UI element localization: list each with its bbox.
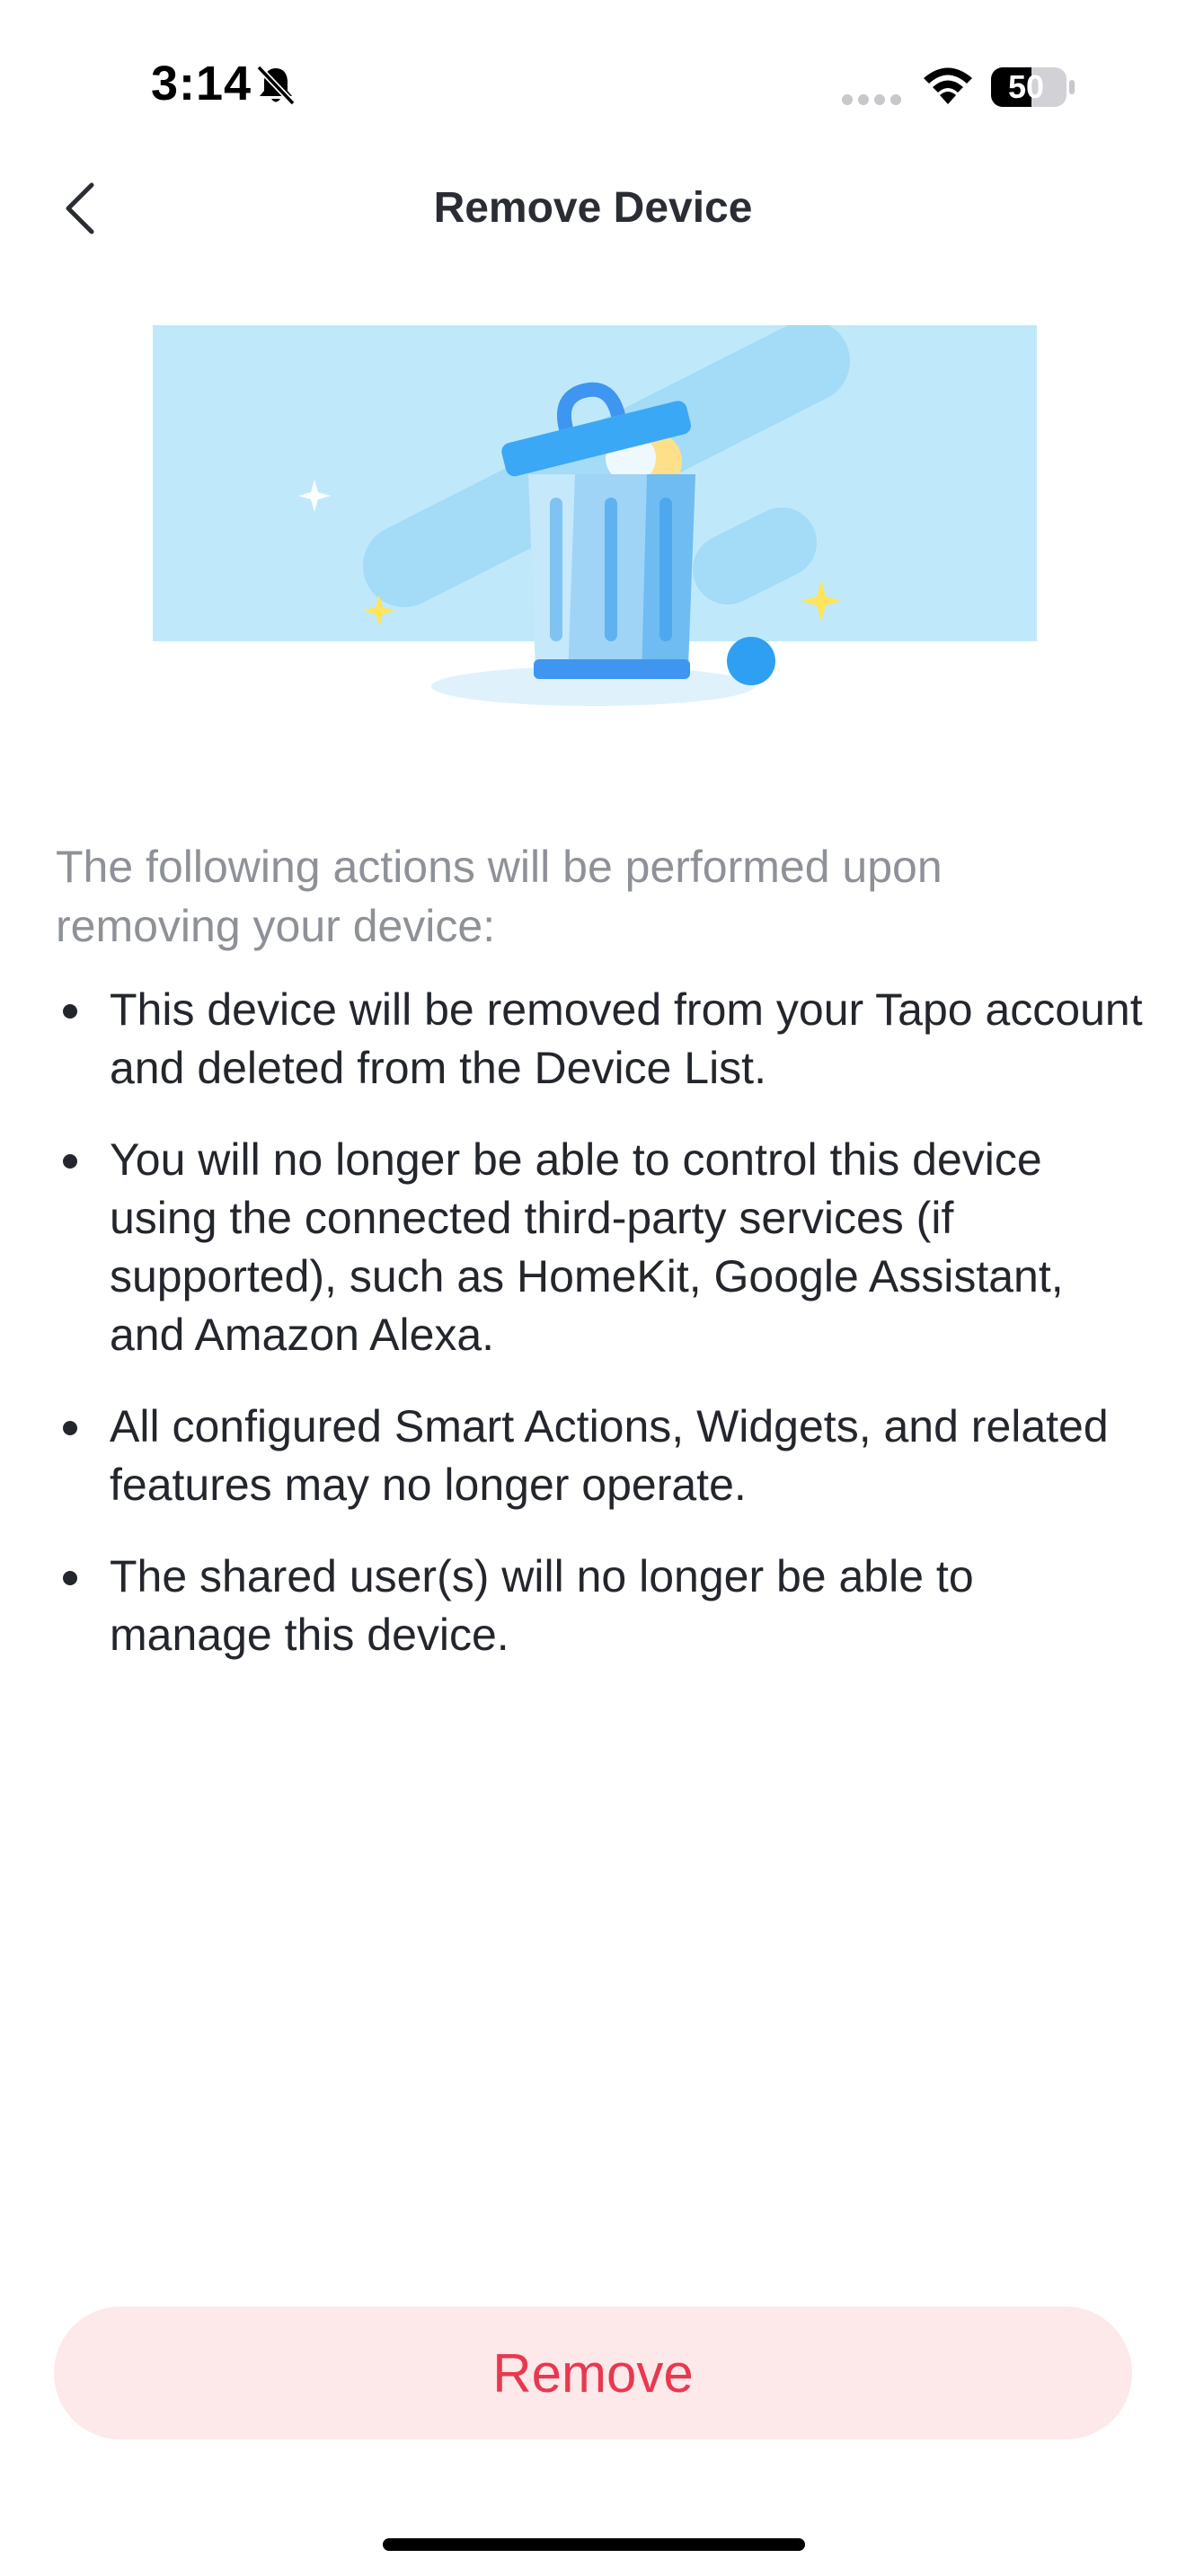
battery-level: 50 <box>1007 68 1045 105</box>
wifi-icon <box>924 67 972 104</box>
list-item: The shared user(s) will no longer be abl… <box>56 1548 1143 1664</box>
bell-slash-icon <box>256 65 296 106</box>
bullet-icon <box>63 1421 77 1435</box>
status-bar: 3:14 50 <box>0 0 1186 171</box>
trash-can-illustration <box>153 325 1037 706</box>
list-item-text: All configured Smart Actions, Widgets, a… <box>110 1401 1109 1510</box>
bullet-icon <box>63 1571 77 1585</box>
action-list: This device will be removed from your Ta… <box>56 981 1143 1698</box>
intro-text: The following actions will be performed … <box>56 842 943 951</box>
bullet-icon <box>63 1004 77 1019</box>
list-item: You will no longer be able to control th… <box>56 1131 1143 1364</box>
page-title: Remove Device <box>433 184 753 232</box>
list-item: This device will be removed from your Ta… <box>56 981 1143 1098</box>
list-item-text: This device will be removed from your Ta… <box>110 984 1143 1093</box>
list-item-text: The shared user(s) will no longer be abl… <box>110 1551 974 1660</box>
list-item-text: You will no longer be able to control th… <box>110 1134 1064 1360</box>
cellular-signal-icon <box>842 94 901 105</box>
status-time: 3:14 <box>151 57 252 110</box>
remove-button[interactable]: Remove <box>54 2307 1132 2439</box>
bullet-icon <box>63 1154 77 1169</box>
list-item: All configured Smart Actions, Widgets, a… <box>56 1398 1143 1514</box>
home-indicator <box>383 2538 805 2551</box>
